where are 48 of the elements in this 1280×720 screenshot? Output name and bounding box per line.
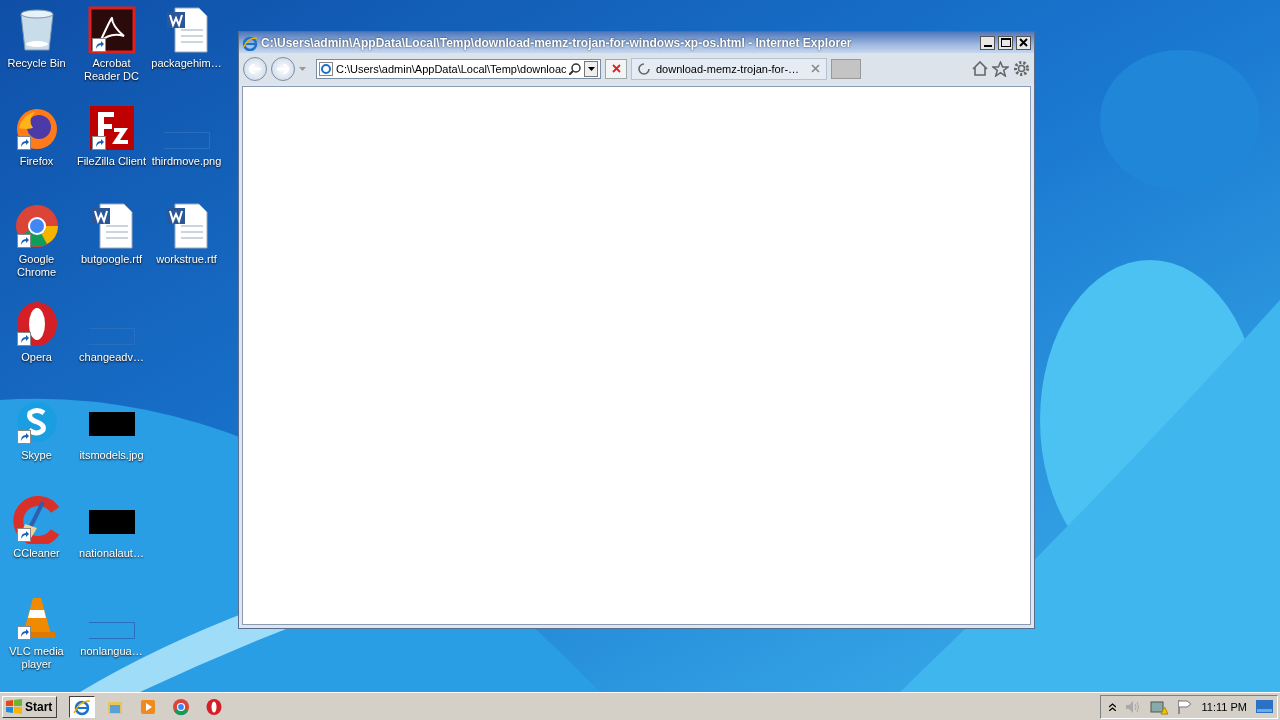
- acrobat-icon: [87, 6, 136, 54]
- window-title: C:\Users\admin\AppData\Local\Temp\download-memz-trojan-for-windows-xp-os.html - Internet Explorer: [261, 35, 853, 50]
- maximize-button[interactable]: [998, 35, 1013, 50]
- forward-button[interactable]: [271, 56, 295, 81]
- maximize-icon: [1000, 38, 1011, 47]
- dropdown-button[interactable]: [584, 60, 598, 77]
- icon-label[interactable]: FileZilla Client: [74, 155, 149, 168]
- icon-label[interactable]: changeadv…: [74, 351, 149, 364]
- icon-label[interactable]: thirdmove.png: [149, 155, 224, 168]
- close-button[interactable]: [1016, 35, 1031, 50]
- ccleaner-icon: [12, 496, 61, 544]
- icon-label[interactable]: Firefox: [0, 155, 74, 168]
- clock[interactable]: 11:11 PM: [1201, 700, 1247, 713]
- chevron-up-icon[interactable]: [1108, 702, 1116, 711]
- settings-icon[interactable]: [1013, 60, 1030, 77]
- stop-button[interactable]: [605, 58, 627, 79]
- icon-label[interactable]: packagehim…: [149, 57, 224, 70]
- icon-label[interactable]: Acrobat Reader DC: [74, 57, 149, 83]
- windows-logo-icon: [5, 698, 23, 715]
- media-player-icon: [139, 697, 158, 716]
- home-icon[interactable]: [972, 61, 988, 76]
- browser-tab[interactable]: download-memz-trojan-for-…: [631, 57, 827, 80]
- start-button[interactable]: Start: [2, 695, 58, 718]
- network-warning-icon[interactable]: [1149, 698, 1168, 715]
- back-arrow-icon: [249, 63, 261, 74]
- close-icon: [611, 64, 621, 73]
- caret-icon: [587, 66, 595, 71]
- opera-icon: [205, 697, 224, 716]
- internet-explorer-icon: [242, 34, 258, 51]
- icon-label[interactable]: Opera: [0, 351, 74, 364]
- flag-icon[interactable]: [1176, 699, 1193, 714]
- icon-label[interactable]: workstrue.rtf: [149, 253, 224, 266]
- minimize-icon: [983, 44, 992, 47]
- star-icon[interactable]: [992, 60, 1009, 77]
- forward-arrow-icon: [277, 63, 289, 74]
- internet-explorer-icon: [73, 697, 92, 716]
- page-icon: [319, 61, 333, 76]
- taskbar-button[interactable]: [69, 695, 96, 718]
- back-button[interactable]: [243, 56, 267, 81]
- search-icon[interactable]: [569, 62, 581, 75]
- chrome-icon: [172, 697, 191, 716]
- icon-label[interactable]: Recycle Bin: [0, 57, 74, 70]
- icon-label[interactable]: butgoogle.rtf: [74, 253, 149, 266]
- address-field[interactable]: C:\Users\admin\AppData\Local\Temp\downloac: [316, 58, 601, 79]
- close-icon[interactable]: [811, 64, 820, 73]
- minimize-button[interactable]: [980, 35, 995, 50]
- icon-label[interactable]: Google Chrome: [0, 253, 74, 279]
- close-icon: [1019, 38, 1028, 47]
